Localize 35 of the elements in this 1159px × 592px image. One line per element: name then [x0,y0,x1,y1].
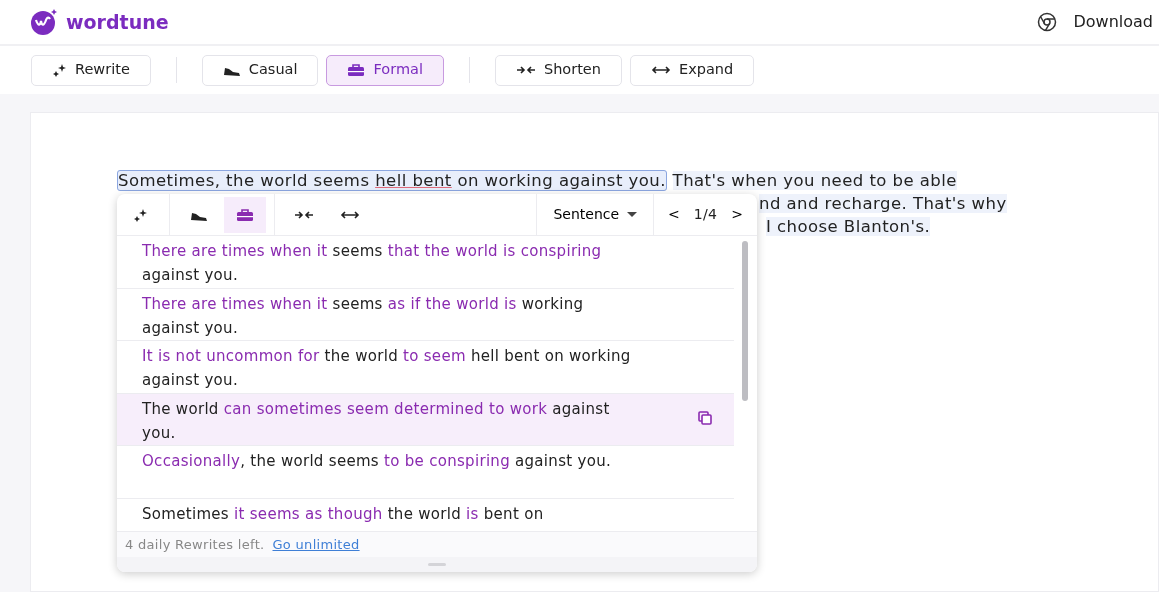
suggestion-text: Sometimes it seems as though the world is bent on [142,503,545,525]
formal-button[interactable]: Formal [326,54,444,86]
next-button[interactable]: > [717,203,757,226]
suggestion-item[interactable]: The world can sometimes seem determined to work against you. [117,393,734,446]
browser-icon [1037,12,1058,32]
logo-icon [30,8,58,36]
suggestion-text: The world can sometimes seem determined to work against you. [142,398,611,444]
shorten-button[interactable]: Shorten [494,54,622,86]
resize-handle-icon [428,563,446,566]
rewrites-left-note: 4 daily Rewrites left. [125,536,265,554]
sparkle-icon [52,62,67,78]
suggestion-item[interactable]: Occasionally, the world seems to be conspiring against you. [117,446,734,499]
selected-sentence: Sometimes, the world seems hell bent on working against you. [117,170,667,191]
suggestion-text: Occasionally, the world seems to be conspiring against you. [142,451,613,472]
suggestion-item[interactable]: There are times when it seems as if the world is working against you. [117,288,734,341]
caret-icon [627,212,638,217]
scope-dropdown[interactable]: Sentence [536,194,655,236]
suggestion-text: There are times when it seems that the world is conspiring against you. [142,241,603,286]
suggestion-item[interactable]: There are times when it seems that the world is conspiring against you. [117,236,734,289]
previous-button[interactable]: < [654,203,694,226]
brand-name: wordtune [66,9,169,35]
scrollbar-thumb[interactable] [742,241,748,401]
briefcase-icon [236,207,254,222]
page-counter: 1/4 [693,205,718,224]
upgrade-link[interactable]: Go unlimited [272,533,360,556]
formal-button[interactable] [224,196,266,233]
casual-button[interactable]: Casual [201,54,319,86]
briefcase-icon [347,63,366,77]
expand-button[interactable]: Expand [629,54,755,86]
rewrite-button[interactable]: Rewrite [31,54,151,86]
copy-icon[interactable] [698,410,712,425]
suggestion-text: It is not uncommon for the world to seem hell bent on working against you. [142,346,632,391]
download-link[interactable]: Download [1073,10,1153,34]
suggestion-text: There are times when it seems as if the world is working against you. [142,293,585,339]
suggestion-item[interactable]: It is not uncommon for the world to seem hell bent on working against you. [117,341,734,394]
